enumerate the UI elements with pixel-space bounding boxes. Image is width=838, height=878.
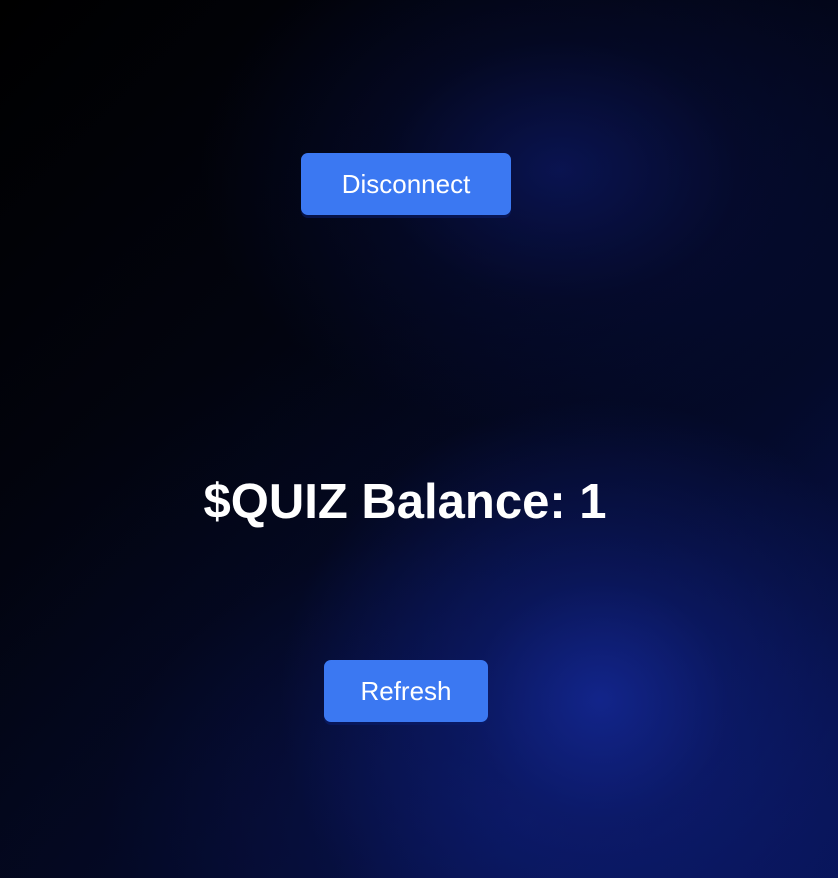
disconnect-button[interactable]: Disconnect <box>301 153 511 215</box>
app-root: Disconnect $QUIZ Balance: 1 Refresh <box>0 0 838 878</box>
quiz-balance-text: $QUIZ Balance: 1 <box>203 475 607 529</box>
refresh-button[interactable]: Refresh <box>324 660 488 722</box>
